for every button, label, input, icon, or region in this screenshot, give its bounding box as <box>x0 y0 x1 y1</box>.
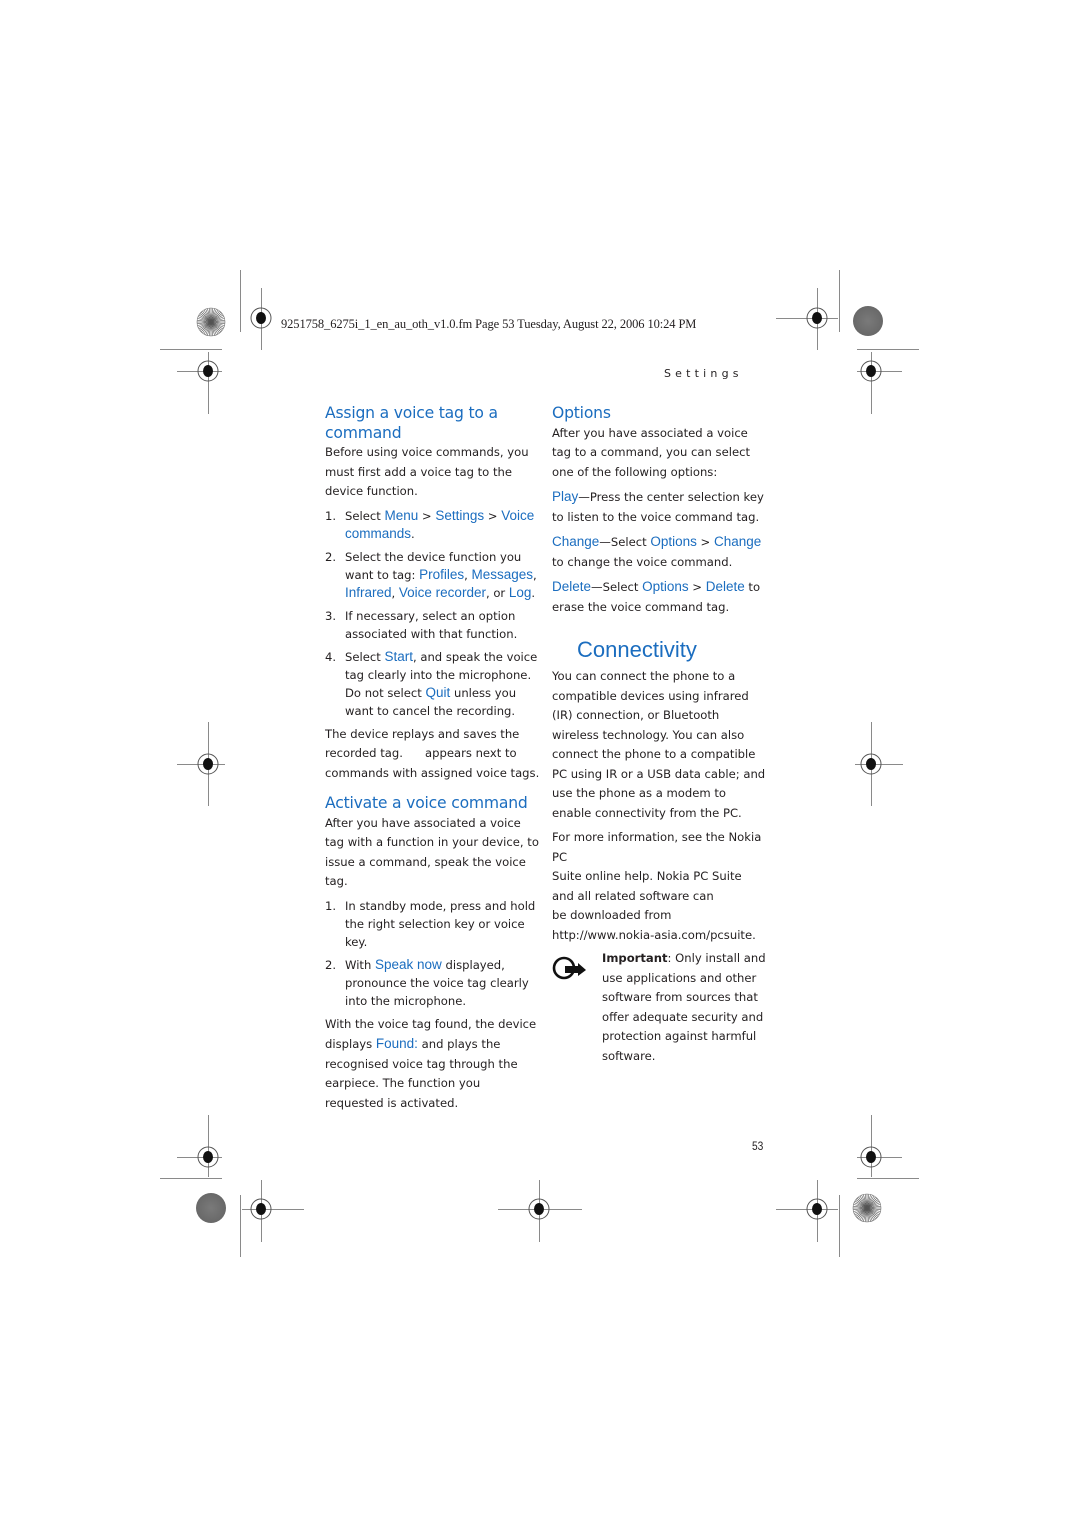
ui-term-change: Change <box>713 534 762 549</box>
step-number: 1. <box>325 898 337 913</box>
registration-mark-icon <box>860 1146 882 1168</box>
connectivity-para-2: For more information, see the Nokia PC S… <box>552 828 767 945</box>
crop-line <box>240 1195 241 1257</box>
section-heading-assign: Assign a voice tag to a command <box>325 404 498 442</box>
registration-mark-icon <box>250 1198 272 1220</box>
file-info-header: 9251758_6275i_1_en_au_oth_v1.0.fm Page 5… <box>281 317 697 331</box>
option-text: —Select <box>599 535 651 549</box>
option-separator: > <box>688 580 706 594</box>
step-number: 2. <box>325 549 337 564</box>
option-separator: > <box>696 535 714 549</box>
crop-line <box>160 1178 222 1179</box>
ui-term-messages: Messages <box>471 566 534 582</box>
assign-step-1: 1. Select Menu > Settings > Voice comman… <box>325 507 540 543</box>
registration-mark-icon <box>528 1198 550 1220</box>
assign-step-4: 4. Select Start, and speak the voice tag… <box>325 648 540 720</box>
registration-mark-icon <box>197 360 219 382</box>
activate-step-1: 1. In standby mode, press and hold the r… <box>325 897 540 951</box>
running-head: Settings <box>664 367 743 380</box>
chapter-heading-connectivity: Connectivity <box>577 637 697 662</box>
option-text: —Select <box>591 580 643 594</box>
option-play: Play—Press the center selection key to l… <box>552 487 767 527</box>
assign-step-2: 2. Select the device function you want t… <box>325 548 540 602</box>
crop-line <box>240 270 241 332</box>
ui-term-profiles: Profiles <box>419 566 465 582</box>
step-text: If necessary, select an option associate… <box>345 608 518 641</box>
step-text: In standby mode, press and hold the righ… <box>345 898 536 949</box>
ui-term-found: Found: <box>375 1036 418 1051</box>
registration-mark-icon <box>250 307 272 329</box>
activate-intro: After you have associated a voice tag wi… <box>325 815 539 889</box>
para-line: be downloaded from <box>552 908 672 922</box>
registration-mark-icon <box>860 753 882 775</box>
para-line: Suite online help. Nokia PC Suite <box>552 869 742 883</box>
connectivity-para-1: You can connect the phone to a compatibl… <box>552 669 766 820</box>
ui-term-infrared: Infrared <box>345 584 392 600</box>
step-text: With <box>345 957 376 972</box>
ui-term-voice-recorder: Voice recorder <box>398 584 486 600</box>
options-intro: After you have associated a voice tag to… <box>552 425 750 479</box>
para-line: For more information, see the Nokia PC <box>552 830 762 864</box>
ui-term-start: Start <box>384 648 413 664</box>
sunburst-mark-icon <box>196 307 226 337</box>
registration-mark-icon <box>806 307 828 329</box>
important-hand-icon <box>552 956 586 980</box>
step-text: Select <box>345 649 385 664</box>
step-number: 1. <box>325 508 337 523</box>
ui-term-delete: Delete <box>552 579 592 594</box>
crop-line <box>857 1178 919 1179</box>
option-delete: Delete—Select Options > Delete to erase … <box>552 577 767 617</box>
para-line: and all related software can <box>552 888 714 903</box>
crop-line <box>857 349 919 350</box>
section-heading-options: Options <box>552 404 611 422</box>
ui-term-options: Options <box>650 534 697 549</box>
ui-term-speak-now: Speak now <box>375 956 442 972</box>
activate-outro: With the voice tag found, the device dis… <box>325 1015 540 1114</box>
sunburst-mark-icon <box>852 1193 882 1223</box>
assign-outro: The device replays and saves the recorde… <box>325 726 540 780</box>
left-column: Assign a voice tag to a command Before u… <box>325 404 540 1113</box>
option-text: to change the voice command. <box>552 554 733 569</box>
ui-term-settings: Settings <box>435 507 485 523</box>
registration-mark-icon <box>806 1198 828 1220</box>
ui-term-delete: Delete <box>705 579 745 594</box>
grey-density-mark-icon <box>853 306 883 336</box>
step-number: 4. <box>325 649 337 664</box>
section-heading-activate: Activate a voice command <box>325 794 528 812</box>
step-text: Select <box>345 508 385 523</box>
registration-mark-icon <box>197 1146 219 1168</box>
step-separator: , <box>391 585 399 600</box>
crop-line <box>839 1195 840 1257</box>
step-separator: , or <box>485 585 509 600</box>
ui-term-play: Play <box>552 489 579 504</box>
step-text: . <box>411 526 415 541</box>
important-label: Important <box>602 951 668 965</box>
step-separator: > <box>484 508 502 523</box>
registration-mark-icon <box>860 360 882 382</box>
assign-step-3: 3. If necessary, select an option associ… <box>325 607 540 643</box>
important-text: : Only install and use applications and … <box>602 951 766 1063</box>
activate-step-2: 2. With Speak now displayed, pronounce t… <box>325 956 540 1010</box>
ui-term-quit: Quit <box>425 684 451 700</box>
step-number: 2. <box>325 957 337 972</box>
right-column: Options After you have associated a voic… <box>552 404 767 1066</box>
pcsuite-url: http://www.nokia-asia.com/pcsuite. <box>552 927 756 942</box>
crop-line <box>839 270 840 332</box>
step-text: . <box>531 585 536 600</box>
grey-density-mark-icon <box>196 1193 226 1223</box>
registration-mark-icon <box>197 753 219 775</box>
assign-intro: Before using voice commands, you must fi… <box>325 445 529 498</box>
crop-line <box>160 349 222 350</box>
option-change: Change—Select Options > Change to change… <box>552 532 767 572</box>
step-separator: > <box>418 508 436 523</box>
important-note: Important: Only install and use applicat… <box>552 949 767 1066</box>
option-text: —Press the center selection key to liste… <box>552 490 764 524</box>
ui-term-log: Log <box>508 584 532 600</box>
step-number: 3. <box>325 608 337 623</box>
ui-term-menu: Menu <box>384 507 419 523</box>
ui-term-change: Change <box>552 534 600 549</box>
page-number: 53 <box>752 1139 764 1153</box>
ui-term-options: Options <box>642 579 689 594</box>
step-separator: , <box>533 567 537 582</box>
